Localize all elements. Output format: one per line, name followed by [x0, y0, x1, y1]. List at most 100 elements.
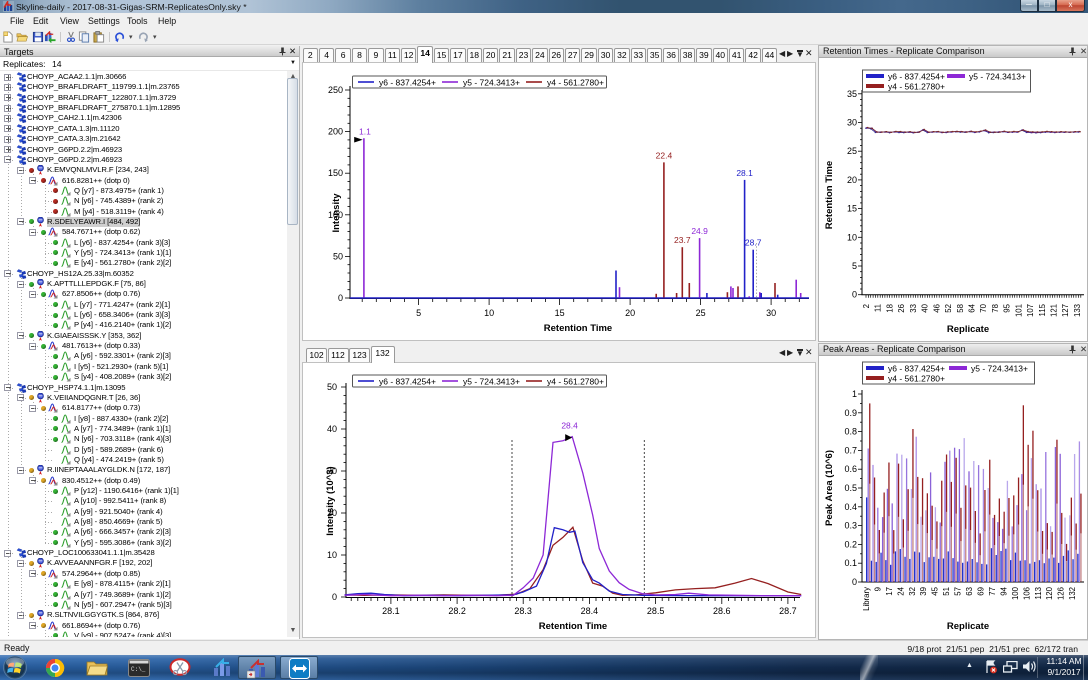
svg-text:51: 51 — [942, 587, 951, 596]
svg-text:106: 106 — [1022, 587, 1031, 600]
svg-text:32: 32 — [908, 587, 917, 596]
svg-text:28.7: 28.7 — [745, 238, 762, 248]
svg-text:69: 69 — [977, 587, 986, 596]
svg-text:57: 57 — [954, 587, 963, 596]
svg-text:15: 15 — [555, 308, 565, 318]
svg-text:10: 10 — [327, 550, 337, 560]
svg-text:40: 40 — [327, 424, 337, 434]
svg-text:Replicate: Replicate — [947, 621, 989, 632]
svg-text:Library: Library — [862, 587, 871, 611]
svg-text:95: 95 — [1003, 303, 1012, 312]
svg-text:Intensity: Intensity — [331, 193, 342, 233]
svg-text:150: 150 — [328, 168, 343, 178]
svg-text:Retention Time: Retention Time — [544, 323, 612, 334]
svg-text:y6 - 837.4254+: y6 - 837.4254+ — [379, 77, 436, 87]
svg-text:121: 121 — [1050, 304, 1059, 317]
svg-text:35: 35 — [847, 89, 857, 99]
svg-text:0.5: 0.5 — [844, 483, 857, 493]
svg-text:y4 - 561.2780+: y4 - 561.2780+ — [888, 374, 945, 384]
svg-text:0: 0 — [852, 290, 857, 300]
svg-text:0: 0 — [852, 577, 857, 587]
svg-text:133: 133 — [1073, 304, 1082, 317]
svg-text:28.3: 28.3 — [514, 606, 532, 616]
svg-text:28.7: 28.7 — [779, 606, 797, 616]
svg-text:24.9: 24.9 — [691, 226, 708, 236]
svg-text:1: 1 — [852, 389, 857, 399]
svg-text:Retention Time: Retention Time — [539, 621, 607, 632]
svg-text:20: 20 — [847, 175, 857, 185]
svg-text:y5 - 724.3413+: y5 - 724.3413+ — [969, 72, 1026, 82]
svg-text:10: 10 — [847, 232, 857, 242]
svg-text:26: 26 — [897, 304, 906, 313]
svg-text:30: 30 — [766, 308, 776, 318]
svg-text:18: 18 — [885, 304, 894, 313]
svg-text:y4 - 561.2780+: y4 - 561.2780+ — [547, 376, 604, 386]
svg-text:y4 - 561.2780+: y4 - 561.2780+ — [547, 77, 604, 87]
svg-text:22.4: 22.4 — [656, 150, 673, 160]
svg-text:23.7: 23.7 — [674, 235, 691, 245]
svg-text:40: 40 — [921, 303, 930, 312]
svg-text:0.6: 0.6 — [844, 464, 857, 474]
svg-text:17: 17 — [885, 587, 894, 596]
svg-text:50: 50 — [333, 251, 343, 261]
svg-text:70: 70 — [979, 303, 988, 312]
svg-text:25: 25 — [696, 308, 706, 318]
svg-text:0.9: 0.9 — [844, 408, 857, 418]
svg-text:101: 101 — [1014, 304, 1023, 317]
svg-text:0: 0 — [338, 293, 343, 303]
svg-text:10: 10 — [484, 308, 494, 318]
svg-text:39: 39 — [919, 587, 928, 596]
svg-text:63: 63 — [965, 587, 974, 596]
svg-text:Replicate: Replicate — [947, 324, 989, 335]
svg-text:Retention Time: Retention Time — [824, 161, 835, 229]
svg-text:100: 100 — [1011, 586, 1020, 600]
svg-text:127: 127 — [1061, 304, 1070, 317]
svg-text:y6 - 837.4254+: y6 - 837.4254+ — [379, 376, 436, 386]
svg-text:50: 50 — [327, 382, 337, 392]
svg-text:64: 64 — [968, 303, 977, 312]
svg-text:Intensity (10^3): Intensity (10^3) — [325, 466, 336, 535]
svg-text:5: 5 — [416, 308, 421, 318]
svg-text:107: 107 — [1026, 304, 1035, 317]
svg-text:113: 113 — [1034, 587, 1043, 599]
svg-text:y5 - 724.3413+: y5 - 724.3413+ — [463, 376, 520, 386]
svg-text:30: 30 — [847, 118, 857, 128]
svg-text:52: 52 — [944, 304, 953, 313]
svg-text:9: 9 — [874, 587, 883, 591]
svg-text:y5 - 724.3413+: y5 - 724.3413+ — [971, 364, 1028, 374]
svg-text:y6 - 837.4254+: y6 - 837.4254+ — [888, 72, 945, 82]
svg-text:0.3: 0.3 — [844, 521, 857, 531]
svg-text:y5 - 724.3413+: y5 - 724.3413+ — [463, 77, 520, 87]
svg-text:250: 250 — [328, 85, 343, 95]
svg-text:120: 120 — [1045, 586, 1054, 600]
svg-text:28.2: 28.2 — [448, 606, 466, 616]
svg-text:20: 20 — [625, 308, 635, 318]
svg-text:28.6: 28.6 — [713, 606, 731, 616]
svg-text:0.8: 0.8 — [844, 427, 857, 437]
svg-text:126: 126 — [1057, 587, 1066, 600]
svg-text:25: 25 — [847, 146, 857, 156]
svg-text:0.1: 0.1 — [844, 558, 857, 568]
svg-text:1.1: 1.1 — [359, 126, 371, 136]
svg-text:78: 78 — [991, 304, 1000, 313]
svg-text:15: 15 — [847, 204, 857, 214]
svg-text:46: 46 — [932, 304, 941, 313]
svg-text:200: 200 — [328, 127, 343, 137]
svg-text:Peak Area (10^6): Peak Area (10^6) — [824, 450, 835, 526]
svg-text:94: 94 — [999, 586, 1008, 595]
svg-text:24: 24 — [896, 586, 905, 595]
svg-text:77: 77 — [988, 587, 997, 596]
svg-text:33: 33 — [909, 304, 918, 313]
svg-text:28.5: 28.5 — [647, 606, 665, 616]
svg-text:0: 0 — [332, 592, 337, 602]
svg-text:58: 58 — [956, 304, 965, 313]
svg-text:28.1: 28.1 — [382, 606, 400, 616]
svg-text:28.1: 28.1 — [736, 168, 753, 178]
svg-text:132: 132 — [1068, 587, 1077, 600]
svg-text:y4 - 561.2780+: y4 - 561.2780+ — [888, 82, 945, 92]
svg-text:0.2: 0.2 — [844, 539, 857, 549]
svg-text:45: 45 — [931, 586, 940, 595]
svg-text:28.4: 28.4 — [561, 421, 578, 431]
svg-text:2: 2 — [862, 304, 871, 308]
svg-text:28.4: 28.4 — [581, 606, 599, 616]
